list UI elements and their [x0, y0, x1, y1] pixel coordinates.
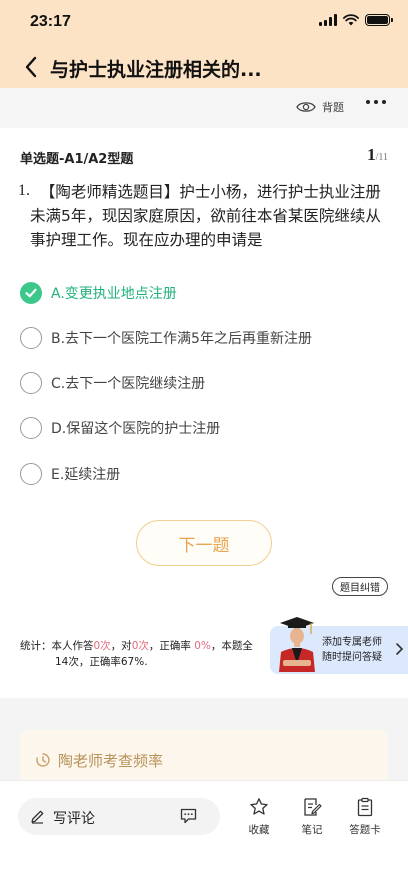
option-a[interactable]: A.变更执业地点注册 [20, 280, 177, 306]
favorite-button[interactable]: 收藏 [239, 797, 279, 837]
radio-icon [20, 417, 42, 439]
check-icon [20, 282, 42, 304]
option-d[interactable]: D.保留这个医院的护士注册 [20, 415, 220, 441]
comment-label: 写评论 [53, 811, 95, 827]
recite-toggle[interactable]: 背题 [296, 99, 344, 115]
teacher-avatar [279, 617, 315, 672]
option-label: D.保留这个医院的护士注册 [51, 421, 221, 437]
question-type: 单选题-A1/A2型题 [20, 152, 134, 167]
note-button[interactable]: 笔记 [292, 797, 332, 837]
back-button[interactable] [16, 52, 46, 82]
status-bar: 23:17 [0, 0, 408, 46]
teacher-banner-text: 添加专属老师 随时提问答疑 [322, 637, 382, 663]
frequency-card: 陶老师考查频率 [20, 730, 388, 782]
option-label: E.延续注册 [51, 467, 121, 483]
clock-icon [36, 753, 50, 767]
stats-line-2: 14次，正确率67%. [55, 656, 148, 668]
option-label: C.去下一个医院继续注册 [51, 376, 206, 392]
star-icon [250, 798, 268, 815]
question-total: /11 [375, 152, 388, 163]
option-b[interactable]: B.去下一个医院工作满5年之后再重新注册 [20, 325, 312, 351]
note-label: 笔记 [301, 824, 323, 836]
nav-bar: 与护士执业注册相关的... [0, 46, 408, 88]
comment-input[interactable]: 写评论 [18, 798, 220, 835]
teacher-contact-banner[interactable]: 添加专属老师 随时提问答疑 [270, 617, 408, 674]
more-menu-icon[interactable] [366, 100, 386, 104]
clipboard-icon [357, 797, 373, 817]
question-card: 单选题-A1/A2型题 1/11 1. 【陶老师精选题目】护士小杨，进行护士执业… [0, 128, 408, 698]
question-current: 1 [367, 145, 376, 164]
report-error-button[interactable]: 题目纠错 [332, 577, 388, 596]
question-number: 1. [18, 182, 30, 199]
question-toolbar: 背题 [0, 88, 408, 128]
next-question-button[interactable]: 下一题 [136, 520, 272, 566]
wifi-icon [343, 14, 359, 26]
option-c[interactable]: C.去下一个医院继续注册 [20, 370, 205, 396]
favorite-label: 收藏 [248, 824, 270, 836]
status-icons [319, 14, 393, 26]
question-counter: 1/11 [367, 145, 388, 165]
frequency-title: 陶老师考查频率 [58, 752, 164, 770]
section-divider [0, 698, 408, 712]
recite-label: 背题 [322, 101, 344, 114]
battery-icon [365, 14, 393, 26]
stats-line-1: 统计：本人作答0次，对0次，正确率 0%，本题全 [20, 640, 253, 652]
chevron-left-icon [25, 56, 37, 78]
chevron-right-icon [396, 643, 404, 655]
note-icon [304, 798, 322, 816]
pencil-icon [31, 810, 44, 824]
answer-stats: 统计：本人作答0次，对0次，正确率 0%，本题全 14次，正确率67%. [20, 638, 280, 670]
answer-card-label: 答题卡 [349, 824, 381, 836]
radio-icon [20, 327, 42, 349]
option-label: A.变更执业地点注册 [51, 286, 177, 302]
status-time: 23:17 [30, 13, 71, 30]
option-e[interactable]: E.延续注册 [20, 461, 120, 487]
question-text: 【陶老师精选题目】护士小杨，进行护士执业注册未满5年，现因家庭原因，欲前往本省某… [30, 180, 390, 252]
page-title: 与护士执业注册相关的... [50, 59, 262, 81]
comment-bubble-icon[interactable] [180, 808, 197, 824]
eye-icon [296, 102, 316, 112]
option-label: B.去下一个医院工作满5年之后再重新注册 [51, 331, 312, 347]
question-text-content: 【陶老师精选题目】护士小杨，进行护士执业注册未满5年，现因家庭原因，欲前往本省某… [30, 183, 381, 249]
answer-card-button[interactable]: 答题卡 [345, 797, 385, 837]
signal-icon [319, 14, 337, 26]
radio-icon [20, 372, 42, 394]
bottom-bar: 写评论 收藏 笔记 答题卡 [0, 780, 408, 883]
radio-icon [20, 463, 42, 485]
